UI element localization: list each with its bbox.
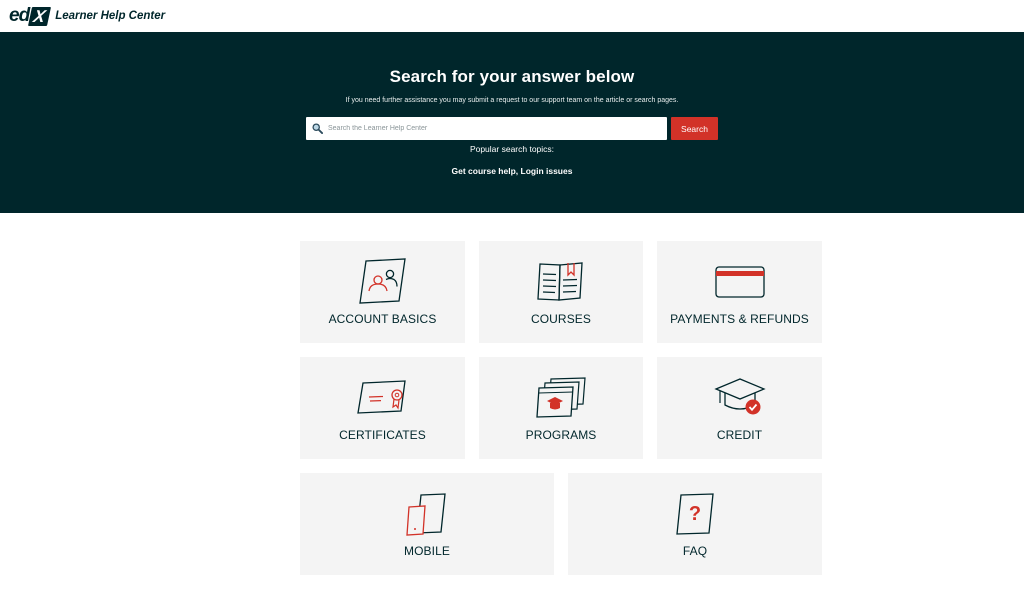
faq-icon: ? <box>676 493 714 535</box>
category-credit[interactable]: CREDIT <box>657 357 822 459</box>
popular-topics-label: Popular search topics: <box>469 144 555 154</box>
account-icon <box>358 258 406 304</box>
category-label: ACCOUNT BASICS <box>328 312 437 326</box>
programs-icon <box>536 377 586 418</box>
category-certificates[interactable]: CERTIFICATES <box>300 357 465 459</box>
popular-topics: Get course help, Login issues <box>451 166 573 176</box>
search-button[interactable]: Search <box>671 117 718 140</box>
edx-logo: ed X <box>9 6 52 26</box>
search-form: Search <box>0 117 1024 140</box>
search-icon <box>312 123 323 134</box>
search-hero: Search for your answer below If you need… <box>0 32 1024 213</box>
category-faq[interactable]: ? FAQ <box>568 473 822 575</box>
category-label: PAYMENTS & REFUNDS <box>670 312 809 326</box>
category-label: COURSES <box>530 312 592 326</box>
hero-title: Search for your answer below <box>389 67 635 86</box>
category-label: MOBILE <box>404 544 450 558</box>
mobile-icon <box>406 493 446 536</box>
search-box <box>306 117 667 140</box>
category-label: FAQ <box>682 544 708 558</box>
top-bar: ed X Learner Help Center <box>0 0 1024 32</box>
search-input[interactable] <box>328 125 648 132</box>
category-courses[interactable]: COURSES <box>479 241 643 343</box>
popular-link-login-issues[interactable]: Login issues <box>521 166 573 176</box>
category-programs[interactable]: PROGRAMS <box>479 357 643 459</box>
popular-link-course-help[interactable]: Get course help <box>452 166 516 176</box>
credit-card-icon <box>714 266 765 298</box>
svg-text:?: ? <box>689 503 701 525</box>
category-payments-refunds[interactable]: PAYMENTS & REFUNDS <box>657 241 822 343</box>
certificate-icon <box>356 380 406 414</box>
help-center-title: Learner Help Center <box>55 10 166 22</box>
hero-subtitle: If you need further assistance you may s… <box>345 97 679 104</box>
category-mobile[interactable]: MOBILE <box>300 473 554 575</box>
category-label: CREDIT <box>716 428 763 442</box>
edx-logo-link[interactable]: ed X Learner Help Center <box>9 6 165 26</box>
category-label: PROGRAMS <box>525 428 597 442</box>
book-icon <box>537 262 583 301</box>
graduation-cap-icon <box>713 378 766 415</box>
category-account-basics[interactable]: ACCOUNT BASICS <box>300 241 465 343</box>
category-label: CERTIFICATES <box>339 428 426 442</box>
